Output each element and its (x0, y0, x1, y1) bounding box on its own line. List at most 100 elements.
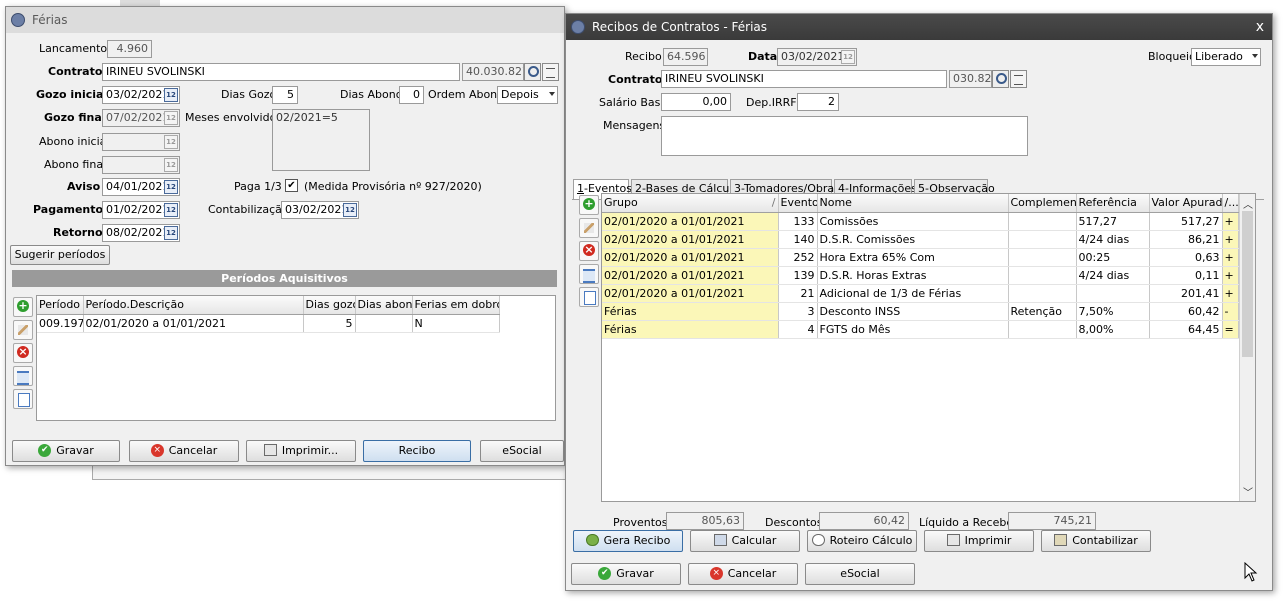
retorno-field[interactable]: 08/02/2021 12 (102, 224, 180, 242)
pagamento-field[interactable]: 01/02/2021 12 (102, 201, 180, 219)
col-complemento[interactable]: Complemento (1008, 194, 1077, 213)
sugerir-periodos-button[interactable]: Sugerir períodos (10, 245, 110, 265)
paga-checkbox[interactable]: ✔ (285, 179, 298, 192)
list-icon[interactable] (13, 366, 33, 386)
cell-grupo: 02/01/2020 a 01/01/2021 (602, 248, 779, 267)
add-icon[interactable] (13, 297, 33, 317)
aviso-field[interactable]: 04/01/2021 12 (102, 178, 180, 196)
pagamento-value: 01/02/2021 (106, 203, 170, 216)
periodos-grid: Período Período.Descrição Dias gozo Dias… (36, 295, 556, 421)
bloqueio-select[interactable]: Liberado (1191, 48, 1261, 66)
ferias-titlebar[interactable]: Férias (6, 7, 564, 33)
salario-label: Salário Base (599, 96, 668, 109)
col-periodo-descricao[interactable]: Período.Descrição (83, 296, 304, 315)
calendar-icon[interactable]: 12 (164, 203, 178, 217)
cell-nome: Comissões (817, 212, 1009, 231)
cell-grupo: Férias (602, 302, 779, 321)
mensagens-field[interactable] (661, 116, 1028, 156)
recibos-titlebar[interactable]: Recibos de Contratos - Férias x (566, 14, 1272, 40)
recibo-button[interactable]: Recibo (363, 440, 471, 462)
calendar-icon[interactable]: 12 (343, 203, 357, 217)
data-value: 03/02/2021 (781, 50, 845, 63)
edit-icon[interactable] (579, 218, 599, 238)
contrato-name-field[interactable]: IRINEU SVOLINSKI (661, 70, 947, 88)
chevron-up-icon[interactable]: ︿ (1243, 196, 1253, 211)
calendar-icon[interactable]: 12 (164, 88, 178, 102)
contabilizacao-field[interactable]: 03/02/2021 12 (281, 201, 359, 219)
cancelar-button[interactable]: × Cancelar (688, 563, 798, 585)
eventos-grid: Grupo / Evento Nome Complemento Referênci… (601, 193, 1256, 502)
cell-valor: 64,45 (1149, 320, 1223, 339)
table-row[interactable]: 02/01/2020 a 01/01/2021 21 Adicional de 1/… (602, 284, 1239, 303)
dep-field[interactable]: 2 (797, 93, 839, 111)
cell-ferias-dobro: N (412, 314, 500, 333)
esocial-button[interactable]: eSocial (805, 563, 915, 585)
dias-gozo-field[interactable]: 5 (272, 86, 298, 104)
col-grupo[interactable]: Grupo / (602, 194, 779, 213)
col-dias-abono[interactable]: Dias abono (355, 296, 413, 315)
scrollbar-thumb[interactable] (1242, 211, 1253, 357)
table-row[interactable]: Férias 4 FGTS do Mês 8,00% 64,45 = (602, 320, 1239, 339)
col-nome[interactable]: Nome (817, 194, 1009, 213)
gera-recibo-button[interactable]: Gera Recibo (573, 530, 683, 552)
salario-field[interactable]: 0,00 (661, 93, 731, 111)
cell-grupo: Férias (602, 320, 779, 339)
col-ferias-dobro[interactable]: Ferias em dobro (412, 296, 500, 315)
col-evento[interactable]: Evento (778, 194, 818, 213)
calendar-icon[interactable]: 12 (164, 226, 178, 240)
chevron-down-icon[interactable]: ﹀ (1243, 484, 1253, 499)
gravar-button[interactable]: ✔ Gravar (571, 563, 681, 585)
meses-field: 02/2021=5 (272, 109, 370, 171)
gozo-inicial-label: Gozo inicial (36, 88, 108, 101)
table-row[interactable]: 009.197 02/01/2020 a 01/01/2021 5 N (37, 314, 500, 333)
roteiro-calculo-button[interactable]: Roteiro Cálculo (807, 530, 917, 552)
cell-nome: Hora Extra 65% Com (817, 248, 1009, 267)
esocial-button[interactable]: eSocial (480, 440, 564, 462)
calendar-icon[interactable]: 12 (164, 180, 178, 194)
card-icon[interactable] (1010, 70, 1027, 88)
calcular-button[interactable]: Calcular (690, 530, 800, 552)
col-valor-apurado[interactable]: Valor Apurado (1149, 194, 1223, 213)
contrato-number-field[interactable]: 40.030.827 (462, 63, 524, 81)
close-icon[interactable]: x (1256, 14, 1264, 40)
table-row[interactable]: 02/01/2020 a 01/01/2021 133 Comissões 517,2… (602, 212, 1239, 231)
col-dias-gozo[interactable]: Dias gozo (303, 296, 356, 315)
add-icon[interactable] (579, 195, 599, 215)
contrato-lookup (524, 63, 560, 81)
list-icon[interactable] (579, 264, 599, 284)
gozo-inicial-field[interactable]: 03/02/2021 12 (102, 86, 180, 104)
edit-icon[interactable] (13, 320, 33, 340)
table-row[interactable]: Férias 3 Desconto INSS Retenção 7,50% 60,42- (602, 302, 1239, 321)
vertical-scrollbar[interactable]: ︿ ﹀ (1239, 194, 1255, 501)
dias-abono-field[interactable]: 0 (399, 86, 424, 104)
ordem-abono-select[interactable]: Depois (497, 86, 558, 104)
delete-icon[interactable] (579, 241, 599, 261)
gravar-button[interactable]: ✔ Gravar (12, 440, 120, 462)
table-row[interactable]: 02/01/2020 a 01/01/2021 252 Hora Extra 65%… (602, 248, 1239, 267)
card-icon[interactable] (542, 63, 559, 81)
table-row[interactable]: 02/01/2020 a 01/01/2021 139 D.S.R. Horas E… (602, 266, 1239, 285)
chevron-down-icon (1252, 54, 1258, 58)
contabilizar-button[interactable]: Contabilizar (1041, 530, 1151, 552)
cell-evento: 252 (778, 248, 818, 267)
note-icon[interactable] (579, 287, 599, 307)
delete-icon[interactable] (13, 343, 33, 363)
table-row[interactable]: 02/01/2020 a 01/01/2021 140 D.S.R. Comissõ… (602, 230, 1239, 249)
search-icon[interactable] (992, 70, 1009, 88)
cell-sinal: + (1222, 284, 1239, 303)
abono-final-label: Abono final (44, 158, 107, 171)
dias-gozo-label: Dias Gozo (221, 88, 277, 101)
contrato-number-field[interactable]: 030.827 (949, 70, 992, 88)
note-icon[interactable] (13, 389, 33, 409)
col-referencia[interactable]: Referência (1076, 194, 1150, 213)
imprimir-button[interactable]: Imprimir... (246, 440, 356, 462)
contrato-name-field[interactable]: IRINEU SVOLINSKI (102, 63, 460, 81)
imprimir-button[interactable]: Imprimir (924, 530, 1034, 552)
cancelar-button[interactable]: × Cancelar (129, 440, 239, 462)
col-sinal[interactable]: /... (1222, 194, 1239, 213)
cell-nome: D.S.R. Horas Extras (817, 266, 1009, 285)
search-icon[interactable] (524, 63, 541, 81)
retorno-value: 08/02/2021 (106, 226, 170, 239)
recibo-field: 64.596 (663, 48, 708, 66)
col-periodo[interactable]: Período (37, 296, 84, 315)
